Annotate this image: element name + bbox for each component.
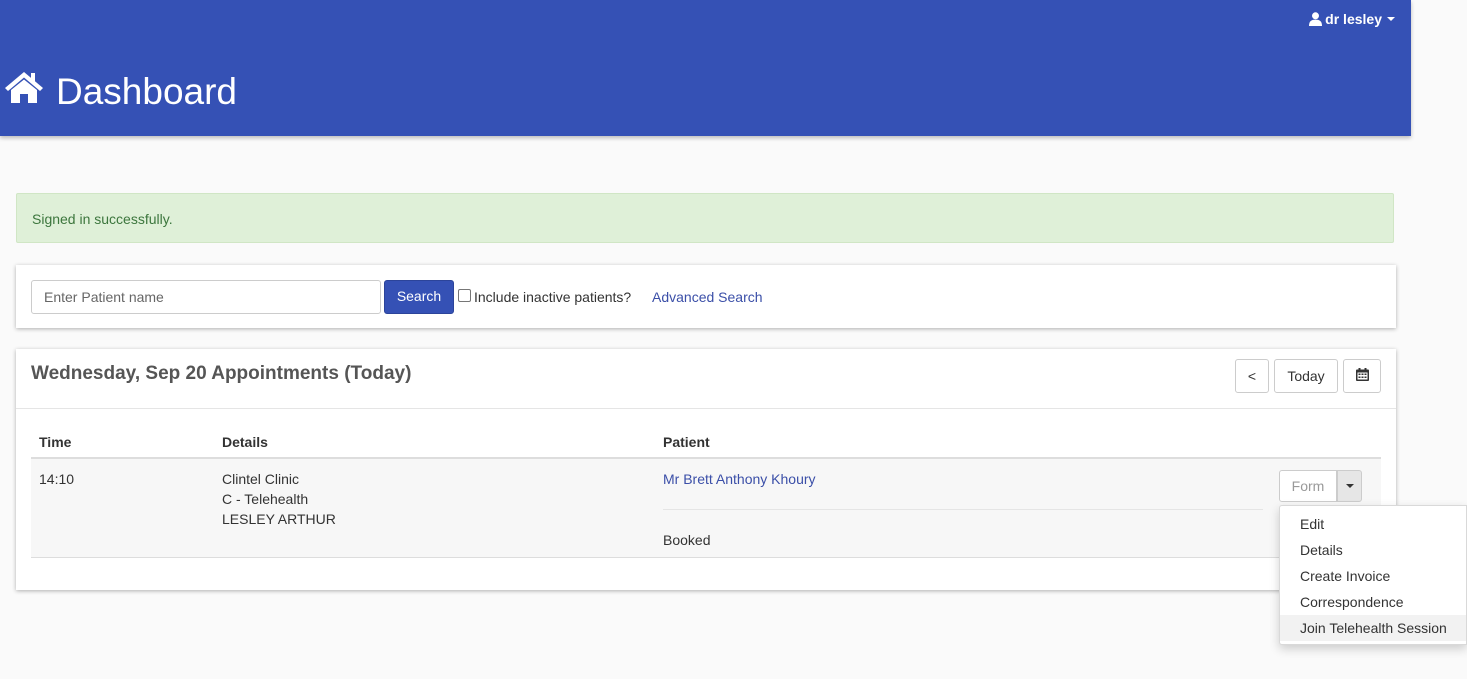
menu-item-edit[interactable]: Edit: [1280, 511, 1466, 537]
details-practitioner: LESLEY ARTHUR: [222, 511, 336, 527]
include-inactive-checkbox[interactable]: [458, 289, 471, 302]
patient-search-input[interactable]: [31, 280, 381, 314]
patient-search-panel: Search Include inactive patients? Advanc…: [16, 265, 1396, 328]
actions-dropdown-menu: Edit Details Create Invoice Corresponden…: [1279, 505, 1467, 645]
menu-item-create-invoice[interactable]: Create Invoice: [1280, 563, 1466, 589]
menu-item-correspondence[interactable]: Correspondence: [1280, 589, 1466, 615]
advanced-search-link[interactable]: Advanced Search: [652, 289, 763, 305]
appointments-title: Wednesday, Sep 20 Appointments (Today): [31, 363, 412, 384]
details-type: C - Telehealth: [222, 491, 309, 507]
user-icon: [1309, 12, 1323, 26]
chevron-down-icon: [1345, 484, 1354, 488]
previous-day-button[interactable]: <: [1235, 359, 1269, 393]
appointment-time: 14:10: [39, 471, 75, 487]
user-menu[interactable]: dr lesley: [1309, 11, 1395, 27]
menu-item-join-telehealth[interactable]: Join Telehealth Session: [1280, 615, 1466, 641]
home-icon: [4, 70, 44, 113]
success-alert: Signed in successfully.: [16, 193, 1394, 243]
appointment-details: Clintel Clinic C - Telehealth LESLEY ART…: [222, 469, 336, 529]
page-title: Dashboard: [4, 70, 237, 113]
form-button[interactable]: Form: [1279, 470, 1337, 502]
patient-link[interactable]: Mr Brett Anthony Khoury: [663, 469, 816, 489]
details-clinic: Clintel Clinic: [222, 471, 300, 487]
chevron-down-icon: [1387, 17, 1395, 21]
today-button[interactable]: Today: [1274, 359, 1338, 393]
alert-message: Signed in successfully.: [32, 211, 173, 227]
menu-item-details[interactable]: Details: [1280, 537, 1466, 563]
include-inactive-option[interactable]: Include inactive patients?: [458, 289, 631, 305]
column-header-patient: Patient: [663, 434, 710, 450]
row-inner-divider: [663, 509, 1263, 510]
user-name: dr lesley: [1325, 11, 1382, 27]
search-button[interactable]: Search: [384, 280, 454, 314]
appointments-panel: Wednesday, Sep 20 Appointments (Today) <…: [16, 349, 1396, 590]
top-header: dr lesley Dashboard: [0, 0, 1411, 136]
panel-divider: [16, 408, 1396, 409]
calendar-icon: [1355, 360, 1369, 392]
calendar-button[interactable]: [1343, 359, 1381, 393]
include-inactive-label: Include inactive patients?: [474, 289, 632, 305]
column-header-details: Details: [222, 434, 268, 450]
appointment-status: Booked: [663, 532, 711, 548]
column-header-time: Time: [39, 434, 72, 450]
page-title-text: Dashboard: [56, 70, 238, 112]
actions-dropdown-toggle[interactable]: [1337, 470, 1362, 502]
